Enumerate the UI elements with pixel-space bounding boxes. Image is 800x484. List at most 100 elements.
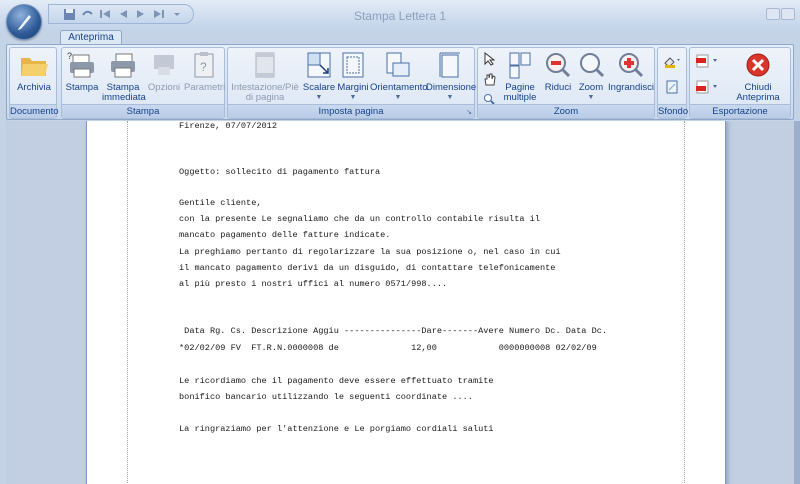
margins-icon	[337, 50, 369, 80]
doc-line-subject: Oggetto: sollecito di pagamento fattura	[179, 167, 381, 177]
application-window: Stampa Lettera 1 Anteprima Archivia Docu…	[0, 0, 800, 484]
zoom-dropdown-icon: ▼	[587, 94, 595, 101]
zoom-out-icon	[542, 50, 574, 80]
svg-text:?: ?	[200, 60, 207, 74]
riduci-button[interactable]: Riduci	[542, 50, 574, 93]
opzioni-button[interactable]: Opzioni	[146, 50, 182, 93]
watermark-icon[interactable]	[661, 78, 683, 96]
dimensione-label: Dimensione	[426, 82, 477, 93]
close-icon	[742, 50, 774, 80]
group-label-imposta-pagina: Imposta pagina	[228, 104, 474, 118]
archivia-label: Archivia	[17, 82, 51, 93]
close-window-button[interactable]	[781, 8, 795, 20]
preview-area[interactable]: Firenze, 07/07/2012 Oggetto: sollecito d…	[6, 121, 794, 484]
group-zoom: Pagine multiple ▼ Riduci Zoom ▼	[477, 47, 655, 119]
group-label-sfondo: Sfondo	[658, 104, 689, 118]
pagine-multiple-label: Pagine multiple	[503, 82, 537, 103]
multi-page-icon	[504, 50, 536, 80]
stampa-button[interactable]: ? Stampa	[64, 50, 100, 93]
intestazione-label: Intestazione/Piè di pagina	[231, 82, 299, 103]
ingrandisci-label: Ingrandisci	[608, 82, 654, 93]
group-imposta-pagina: Intestazione/Piè di pagina Scalare ▼ Mar…	[227, 47, 477, 119]
preview-page: Firenze, 07/07/2012 Oggetto: sollecito d…	[86, 121, 726, 484]
stampa-label: Stampa	[65, 82, 99, 93]
scalare-button[interactable]: Scalare ▼	[302, 50, 336, 103]
chiudi-anteprima-label: Chiudi Anteprima	[736, 82, 780, 103]
dialog-launcher-icon[interactable]: ↘	[466, 108, 472, 116]
doc-line-greeting: Gentile cliente,	[179, 198, 262, 208]
folder-icon	[18, 50, 50, 80]
ribbon: Archivia Documento ? Stampa Stampa immed…	[6, 44, 794, 120]
printer-icon: ?	[66, 50, 98, 80]
minimize-button[interactable]	[766, 8, 780, 20]
doc-line: La preghiamo pertanto di regolarizzare l…	[179, 247, 561, 257]
tab-anteprima[interactable]: Anteprima	[60, 30, 122, 45]
first-page-icon[interactable]	[97, 6, 113, 22]
margini-button[interactable]: Margini ▼	[336, 50, 370, 103]
header-footer-icon	[249, 50, 281, 80]
orientamento-label: Orientamento	[370, 82, 428, 93]
stampa-immediata-button[interactable]: Stampa immediata	[102, 50, 146, 103]
group-label-documento: Documento	[10, 104, 59, 118]
zoom-icon	[576, 50, 608, 80]
background-color-icon[interactable]	[661, 52, 683, 70]
save-icon[interactable]	[61, 6, 77, 22]
ribbon-tab-row: Anteprima	[0, 30, 800, 45]
doc-line: Le ricordiamo che il pagamento deve esse…	[179, 376, 494, 386]
page-size-icon	[434, 50, 466, 80]
pointer-icon[interactable]	[478, 50, 500, 68]
next-page-icon[interactable]	[133, 6, 149, 22]
app-orb-icon[interactable]	[6, 4, 42, 40]
parametri-button[interactable]: ? Parametri	[184, 50, 226, 93]
svg-text:?: ?	[67, 51, 72, 61]
last-page-icon[interactable]	[151, 6, 167, 22]
scalare-label: Scalare	[302, 82, 336, 93]
dimensione-dropdown-icon: ▼	[446, 94, 454, 101]
scalare-dropdown-icon: ▼	[315, 94, 323, 101]
group-stampa: ? Stampa Stampa immediata Opzioni ? Para…	[61, 47, 225, 119]
prev-page-icon[interactable]	[115, 6, 131, 22]
margini-dropdown-icon: ▼	[349, 94, 357, 101]
archivia-button[interactable]: Archivia	[12, 50, 56, 93]
undo-icon[interactable]	[79, 6, 95, 22]
doc-line: bonifico bancario utilizzando le seguent…	[179, 392, 473, 402]
orientamento-dropdown-icon: ▼	[394, 94, 402, 101]
group-label-zoom: Zoom	[478, 104, 654, 118]
zoom-button[interactable]: Zoom ▼	[576, 50, 606, 103]
ingrandisci-button[interactable]: Ingrandisci	[608, 50, 654, 93]
group-documento: Archivia Documento	[9, 47, 59, 119]
doc-table-row: *02/02/09 FV FT.R.N.0000008 de 12,00 000…	[179, 343, 597, 353]
group-esportazione: Chiudi Anteprima Esportazione	[689, 47, 791, 119]
parameters-icon: ?	[188, 50, 220, 80]
group-label-stampa: Stampa	[62, 104, 224, 118]
stampa-immediata-label: Stampa immediata	[102, 82, 146, 103]
zoom-label: Zoom	[578, 82, 604, 93]
printer-fast-icon	[107, 50, 139, 80]
orientation-icon	[382, 50, 414, 80]
zoom-in-icon	[615, 50, 647, 80]
group-label-esportazione: Esportazione	[690, 104, 790, 118]
hand-icon[interactable]	[478, 70, 500, 88]
doc-line-date: Firenze, 07/07/2012	[179, 121, 277, 131]
doc-table-header: Data Rg. Cs. Descrizione Aggiu ---------…	[179, 326, 608, 336]
riduci-label: Riduci	[544, 82, 572, 93]
window-right-edge	[794, 121, 800, 484]
doc-line: mancato pagamento delle fatture indicate…	[179, 230, 391, 240]
pdf-export-icon[interactable]	[694, 52, 720, 70]
doc-line-closing: La ringraziamo per l'attenzione e Le por…	[179, 424, 494, 434]
options-icon	[148, 50, 180, 80]
group-sfondo: Sfondo	[657, 47, 689, 119]
scale-icon	[303, 50, 335, 80]
orientamento-button[interactable]: Orientamento ▼	[370, 50, 428, 103]
opzioni-label: Opzioni	[147, 82, 181, 93]
dimensione-button[interactable]: Dimensione ▼	[426, 50, 477, 103]
doc-line: il mancato pagamento derivi da un disgui…	[179, 263, 556, 273]
customize-toolbar-icon[interactable]	[169, 6, 185, 22]
export-icon[interactable]	[694, 78, 720, 96]
margini-label: Margini	[337, 82, 369, 93]
intestazione-button[interactable]: Intestazione/Piè di pagina	[230, 50, 300, 103]
doc-line: al più presto i nostri uffici al numero …	[179, 279, 448, 289]
doc-line: con la presente Le segnaliamo che da un …	[179, 214, 540, 224]
chiudi-anteprima-button[interactable]: Chiudi Anteprima	[728, 50, 788, 103]
parametri-label: Parametri	[184, 82, 226, 93]
